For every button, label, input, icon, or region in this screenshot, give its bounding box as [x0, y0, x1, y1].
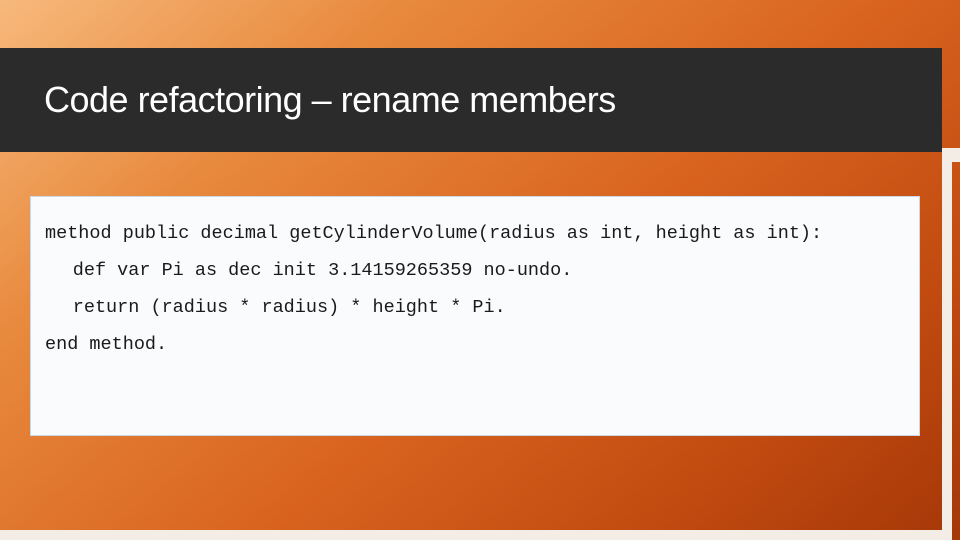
code-block: method public decimal getCylinderVolume(…: [30, 196, 920, 436]
accent-right: [942, 148, 952, 540]
code-line-1: method public decimal getCylinderVolume(…: [45, 223, 822, 244]
code-line-4: end method.: [45, 334, 167, 355]
accent-bottom: [0, 530, 952, 540]
code-line-3: return (radius * radius) * height * Pi.: [73, 297, 506, 318]
page-title: Code refactoring – rename members: [0, 79, 616, 121]
code-line-2: def var Pi as dec init 3.14159265359 no-…: [73, 260, 573, 281]
title-bar: Code refactoring – rename members: [0, 48, 942, 152]
code-content: method public decimal getCylinderVolume(…: [45, 215, 905, 363]
